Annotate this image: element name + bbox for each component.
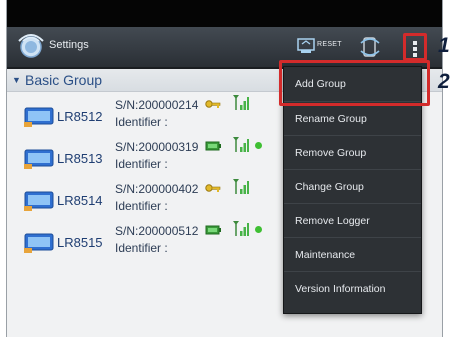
add-group-highlight: [279, 60, 430, 106]
menu-item-version-information[interactable]: Version Information: [284, 271, 421, 305]
menu-item-remove-group[interactable]: Remove Group: [284, 135, 421, 169]
callout-2: 2: [438, 70, 450, 93]
menu-item-rename-group[interactable]: Rename Group: [284, 101, 421, 135]
key-icon: [205, 184, 221, 192]
menu-item-maintenance[interactable]: Maintenance: [284, 237, 421, 271]
logger-device-icon: [24, 149, 54, 169]
app-logo-icon: [18, 34, 44, 58]
group-label: Basic Group: [25, 72, 103, 88]
logger-identifier: Identifier :: [115, 157, 168, 171]
logger-identifier: Identifier :: [115, 241, 168, 255]
menu-item-remove-logger[interactable]: Remove Logger: [284, 203, 421, 237]
logger-serial: S/N:200000214: [115, 98, 199, 112]
signal-strength-icon: [233, 179, 249, 194]
logger-serial: S/N:200000402: [115, 182, 199, 196]
logger-device-icon: [24, 233, 54, 253]
logger-device-icon: [24, 191, 54, 211]
menu-item-change-group[interactable]: Change Group: [284, 169, 421, 203]
status-bar: [7, 0, 442, 27]
logger-name: LR8512: [57, 109, 103, 124]
logger-serial: S/N:200000512: [115, 224, 199, 238]
logger-name: LR8515: [57, 235, 103, 250]
logger-identifier: Identifier :: [115, 115, 168, 129]
battery-icon: [205, 141, 221, 151]
callout-1: 1: [438, 34, 450, 57]
signal-strength-icon: [233, 221, 249, 236]
signal-strength-icon: [233, 137, 249, 152]
key-icon: [205, 100, 221, 108]
logger-name: LR8514: [57, 193, 103, 208]
overflow-menu-button[interactable]: [403, 33, 427, 61]
logger-device-icon: [24, 107, 54, 127]
app-title: Settings: [49, 39, 89, 51]
signal-strength-icon: [233, 95, 249, 110]
logger-serial: S/N:200000319: [115, 140, 199, 154]
battery-icon: [205, 225, 221, 235]
logger-identifier: Identifier :: [115, 199, 168, 213]
more-vert-icon: [413, 41, 417, 57]
expand-arrow-icon: ▼: [12, 75, 21, 85]
online-status-icon: [255, 226, 262, 233]
reset-icon: [297, 38, 315, 53]
online-status-icon: [255, 142, 262, 149]
reset-button[interactable]: RESET: [297, 36, 343, 58]
sync-icon[interactable]: [359, 35, 381, 59]
logger-name: LR8513: [57, 151, 103, 166]
reset-label: RESET: [317, 41, 342, 48]
